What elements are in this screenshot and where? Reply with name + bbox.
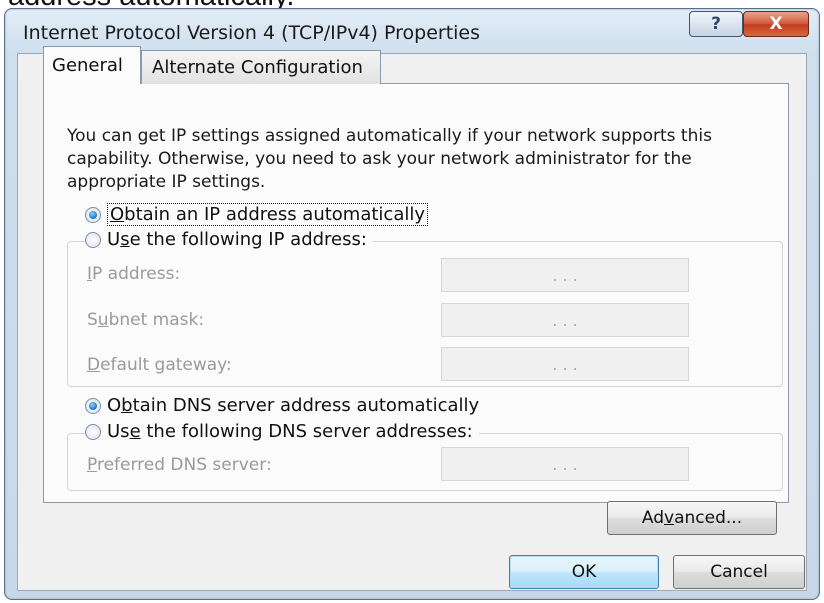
default-gateway-field[interactable]: . . . (441, 347, 689, 381)
ok-button[interactable]: OK (509, 555, 659, 589)
default-gateway-label: Default gateway: (87, 355, 232, 375)
obtain-dns-automatically-radio[interactable]: Obtain DNS server address automatically (85, 395, 479, 416)
use-following-ip-label: Use the following IP address: (107, 229, 367, 250)
radio-selected-icon (85, 397, 101, 414)
window-title: Internet Protocol Version 4 (TCP/IPv4) P… (23, 22, 481, 44)
tab-general-label: General (52, 55, 123, 76)
ok-button-label: OK (571, 562, 597, 582)
obtain-ip-automatically-radio[interactable]: Obtain an IP address automatically (85, 203, 429, 226)
preferred-dns-field[interactable]: . . . (441, 447, 689, 481)
advanced-button-label: Advanced... (641, 508, 743, 528)
radio-unselected-icon (85, 231, 101, 248)
use-following-dns-label: Use the following DNS server addresses: (107, 421, 473, 442)
close-button[interactable]: X (743, 11, 809, 37)
tab-alternate-configuration[interactable]: Alternate Configuration (141, 50, 381, 84)
tab-alternate-configuration-label: Alternate Configuration (152, 57, 363, 78)
intro-text: You can get IP settings assigned automat… (67, 126, 712, 192)
obtain-dns-automatically-label: Obtain DNS server address automatically (107, 395, 480, 416)
close-icon: X (769, 14, 783, 34)
help-icon: ? (711, 14, 721, 34)
tab-general[interactable]: General (43, 46, 141, 84)
subnet-mask-label: Subnet mask: (87, 310, 205, 330)
tcpip-properties-dialog: Internet Protocol Version 4 (TCP/IPv4) P… (4, 8, 820, 600)
help-button[interactable]: ? (689, 11, 743, 37)
subnet-mask-field[interactable]: . . . (441, 303, 689, 337)
ip-address-field[interactable]: . . . (441, 258, 689, 292)
radio-selected-icon (85, 206, 101, 223)
ip-address-label: IP address: (87, 264, 181, 284)
radio-unselected-icon (85, 423, 101, 440)
use-following-dns-radio[interactable]: Use the following DNS server addresses: (85, 421, 479, 442)
advanced-button[interactable]: Advanced... (607, 501, 777, 535)
use-following-ip-radio[interactable]: Use the following IP address: (85, 229, 373, 250)
cancel-button[interactable]: Cancel (673, 555, 805, 589)
preferred-dns-label: Preferred DNS server: (87, 455, 272, 475)
obtain-ip-automatically-label: Obtain an IP address automatically (107, 203, 429, 226)
cancel-button-label: Cancel (710, 562, 768, 582)
